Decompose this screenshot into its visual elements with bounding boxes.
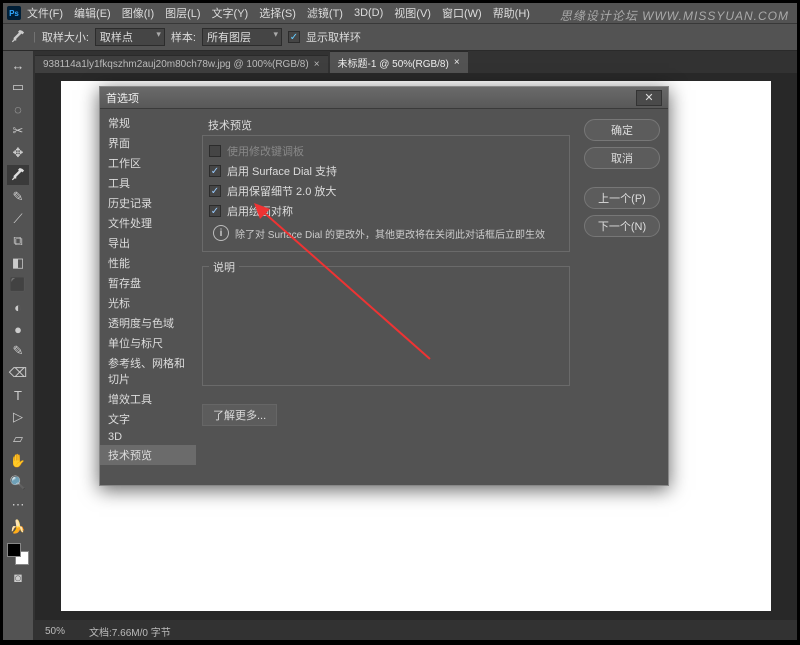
use-modifier-label: 使用修改键调板 [227, 143, 304, 159]
nav-item[interactable]: 参考线、网格和切片 [100, 353, 196, 389]
surface-dial-label: 启用 Surface Dial 支持 [227, 163, 337, 179]
menu-item[interactable]: 编辑(E) [74, 5, 111, 21]
close-icon[interactable]: × [314, 59, 320, 70]
quickmask-icon[interactable]: ◙ [7, 567, 29, 587]
brush-tool[interactable]: ⟋ [7, 209, 29, 229]
tab-label: 未标题-1 @ 50%(RGB/8) [338, 55, 449, 70]
menubar: Ps 文件(F) 编辑(E) 图像(I) 图层(L) 文字(Y) 选择(S) 滤… [3, 3, 797, 23]
nav-item[interactable]: 工具 [100, 173, 196, 193]
gradient-tool[interactable]: ⬛ [7, 275, 29, 295]
preserve-detail-label: 启用保留细节 2.0 放大 [227, 183, 336, 199]
eraser-tool[interactable]: ⌫ [7, 363, 29, 383]
hand-tool[interactable]: ✋ [7, 451, 29, 471]
info-icon: i [213, 225, 229, 241]
banana-icon[interactable]: 🍌 [7, 517, 29, 537]
document-tab[interactable]: 未标题-1 @ 50%(RGB/8) × [330, 51, 468, 73]
preferences-panel: 技术预览 使用修改键调板 ✓ 启用 Surface Dial 支持 ✓ 启用保留… [196, 109, 576, 485]
dialog-titlebar[interactable]: 首选项 ✕ [100, 87, 668, 109]
nav-item[interactable]: 界面 [100, 133, 196, 153]
lasso-tool[interactable]: ◌ [7, 99, 29, 119]
preferences-nav: 常规 界面 工作区 工具 历史记录 文件处理 导出 性能 暂存盘 光标 透明度与… [100, 109, 196, 485]
sample-select[interactable]: 所有图层 [202, 28, 282, 46]
dodge-tool[interactable]: ● [7, 319, 29, 339]
heal-tool[interactable]: ✎ [7, 187, 29, 207]
zoom-tool[interactable]: 🔍 [7, 473, 29, 493]
dialog-buttons: 确定 取消 上一个(P) 下一个(N) [576, 109, 668, 485]
description-label: 说明 [209, 259, 239, 275]
nav-item[interactable]: 单位与标尺 [100, 333, 196, 353]
menu-item[interactable]: 文件(F) [27, 5, 63, 21]
crop-tool[interactable]: ✂ [7, 121, 29, 141]
statusbar: 50% 文档:7.66M/0 字节 [35, 622, 797, 640]
use-modifier-checkbox [209, 145, 221, 157]
paint-symmetry-label: 启用绘画对称 [227, 203, 293, 219]
group-title: 技术预览 [202, 117, 570, 133]
menu-item[interactable]: 视图(V) [394, 5, 431, 21]
nav-item[interactable]: 导出 [100, 233, 196, 253]
type-tool[interactable]: T [7, 385, 29, 405]
nav-item[interactable]: 文字 [100, 409, 196, 429]
menu-item[interactable]: 滤镜(T) [307, 5, 343, 21]
nav-item[interactable]: 光标 [100, 293, 196, 313]
move-tool[interactable]: ↔ [7, 55, 29, 75]
eyedropper-tool[interactable] [7, 165, 29, 185]
learn-more-button[interactable]: 了解更多... [202, 404, 277, 426]
menu-item[interactable]: 选择(S) [259, 5, 296, 21]
blur-tool[interactable]: ◐ [7, 297, 29, 317]
menu-item[interactable]: 窗口(W) [442, 5, 482, 21]
menu-item[interactable]: 图层(L) [165, 5, 200, 21]
document-tabs: 938114a1ly1fkqszhm2auj20m80ch78w.jpg @ 1… [3, 51, 797, 73]
next-button[interactable]: 下一个(N) [584, 215, 660, 237]
more-tools[interactable]: ⋯ [7, 495, 29, 515]
nav-item[interactable]: 透明度与色域 [100, 313, 196, 333]
surface-dial-checkbox[interactable]: ✓ [209, 165, 221, 177]
nav-item[interactable]: 文件处理 [100, 213, 196, 233]
document-tab[interactable]: 938114a1ly1fkqszhm2auj20m80ch78w.jpg @ 1… [35, 55, 328, 73]
show-ring-checkbox[interactable]: ✓ [288, 31, 300, 43]
nav-item[interactable]: 历史记录 [100, 193, 196, 213]
prev-button[interactable]: 上一个(P) [584, 187, 660, 209]
nav-item[interactable]: 暂存盘 [100, 273, 196, 293]
sample-size-label: 取样大小: [42, 29, 89, 45]
menu-item[interactable]: 图像(I) [122, 5, 154, 21]
stamp-tool[interactable]: ⧉ [7, 231, 29, 251]
eyedropper-icon[interactable] [9, 28, 27, 46]
ok-button[interactable]: 确定 [584, 119, 660, 141]
dialog-title: 首选项 [106, 90, 139, 106]
doc-size[interactable]: 文档:7.66M/0 字节 [89, 624, 171, 639]
shape-tool[interactable]: ▱ [7, 429, 29, 449]
nav-item[interactable]: 3D [100, 429, 196, 445]
description-box: 说明 [202, 266, 570, 386]
menu-item[interactable]: 3D(D) [354, 7, 383, 19]
menu-item[interactable]: 文字(Y) [212, 5, 249, 21]
close-icon[interactable]: × [454, 57, 460, 68]
zoom-level[interactable]: 50% [45, 626, 65, 637]
options-bar: | 取样大小: 取样点 样本: 所有图层 ✓ 显示取样环 [3, 23, 797, 51]
color-swatch[interactable] [7, 543, 29, 565]
show-ring-label: 显示取样环 [306, 29, 361, 45]
nav-item[interactable]: 常规 [100, 113, 196, 133]
info-text: 除了对 Surface Dial 的更改外，其他更改将在关闭此对话框后立即生效 [235, 226, 545, 241]
ps-logo: Ps [7, 6, 21, 20]
tab-label: 938114a1ly1fkqszhm2auj20m80ch78w.jpg @ 1… [43, 59, 309, 70]
cancel-button[interactable]: 取消 [584, 147, 660, 169]
nav-item[interactable]: 工作区 [100, 153, 196, 173]
preserve-detail-checkbox[interactable]: ✓ [209, 185, 221, 197]
sample-label: 样本: [171, 29, 196, 45]
nav-item[interactable]: 性能 [100, 253, 196, 273]
menu-item[interactable]: 帮助(H) [493, 5, 530, 21]
nav-item[interactable]: 增效工具 [100, 389, 196, 409]
preferences-dialog: 首选项 ✕ 常规 界面 工作区 工具 历史记录 文件处理 导出 性能 暂存盘 光… [99, 86, 669, 486]
sample-size-select[interactable]: 取样点 [95, 28, 165, 46]
nav-item-tech-preview[interactable]: 技术预览 [100, 445, 196, 465]
close-button[interactable]: ✕ [636, 90, 662, 106]
marquee-tool[interactable]: ▭ [7, 77, 29, 97]
toolbar: ↔ ▭ ◌ ✂ ✥ ✎ ⟋ ⧉ ◧ ⬛ ◐ ● ✎ ⌫ T ▷ ▱ ✋ 🔍 ⋯ … [3, 51, 33, 640]
path-tool[interactable]: ▷ [7, 407, 29, 427]
history-brush-tool[interactable]: ◧ [7, 253, 29, 273]
frame-tool[interactable]: ✥ [7, 143, 29, 163]
paint-symmetry-checkbox[interactable]: ✓ [209, 205, 221, 217]
pen-tool[interactable]: ✎ [7, 341, 29, 361]
